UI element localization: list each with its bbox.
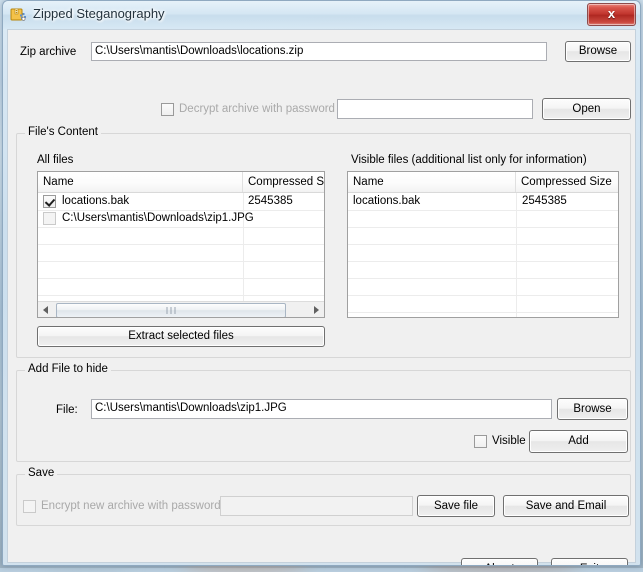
decrypt-password-label: Decrypt archive with password <box>179 103 335 115</box>
open-button-label: Open <box>543 99 630 119</box>
visible-files-row-size: 2545385 <box>522 193 617 210</box>
all-files-listview[interactable]: Name Compressed S locations.bak 2545385 … <box>37 171 325 318</box>
table-row-empty <box>348 227 618 245</box>
table-row-empty <box>348 278 618 296</box>
close-button[interactable]: x <box>587 3 636 26</box>
application-window: Zipped Steganography x Zip archive C:\Us… <box>2 0 641 566</box>
save-and-email-button[interactable]: Save and Email <box>503 495 629 517</box>
about-button[interactable]: About <box>461 558 538 566</box>
encrypt-archive-checkbox[interactable] <box>23 500 36 513</box>
encrypt-password-input[interactable] <box>220 496 413 516</box>
visible-files-listview[interactable]: Name Compressed Size locations.bak 25453… <box>347 171 619 318</box>
files-content-caption: File's Content <box>25 126 101 138</box>
about-button-label: About <box>462 559 537 566</box>
table-row[interactable]: locations.bak 2545385 <box>348 193 618 211</box>
all-files-row-checkbox[interactable] <box>43 195 56 208</box>
table-row-empty <box>348 295 618 313</box>
window-title: Zipped Steganography <box>33 6 165 21</box>
table-row[interactable]: locations.bak 2545385 <box>38 193 324 211</box>
all-files-header: Name Compressed S <box>38 172 324 193</box>
all-files-label: All files <box>37 154 73 166</box>
client-area: Zip archive C:\Users\mantis\Downloads\lo… <box>7 29 636 563</box>
zip-browse-label: Browse <box>566 42 630 61</box>
add-file-browse-label: Browse <box>558 399 627 419</box>
table-row-empty <box>348 210 618 228</box>
all-files-row-checkbox[interactable] <box>43 212 56 225</box>
table-row-empty <box>38 244 324 262</box>
encrypt-archive-label: Encrypt new archive with password: <box>41 500 224 512</box>
scroll-thumb[interactable] <box>56 303 286 318</box>
visible-files-column-size[interactable]: Compressed Size <box>516 172 619 192</box>
title-bar[interactable]: Zipped Steganography x <box>3 1 640 29</box>
all-files-horizontal-scrollbar[interactable] <box>38 301 324 317</box>
extract-selected-files-button[interactable]: Extract selected files <box>37 326 325 347</box>
extract-selected-files-label: Extract selected files <box>38 327 324 346</box>
exit-button[interactable]: Exit <box>551 558 628 566</box>
all-files-row-size <box>248 210 323 227</box>
visible-files-row-name: locations.bak <box>353 193 513 210</box>
add-file-label: File: <box>56 404 78 416</box>
open-button[interactable]: Open <box>542 98 631 120</box>
exit-button-label: Exit <box>552 559 627 566</box>
visible-files-label: Visible files (additional list only for … <box>351 154 587 166</box>
table-row-empty <box>38 261 324 279</box>
app-zip-icon <box>10 6 27 23</box>
add-file-visible-checkbox[interactable] <box>474 435 487 448</box>
visible-files-header: Name Compressed Size <box>348 172 618 193</box>
save-group-caption: Save <box>25 467 57 479</box>
add-button-label: Add <box>530 431 627 452</box>
add-file-visible-label: Visible <box>492 435 526 447</box>
decrypt-password-input[interactable] <box>337 99 533 119</box>
add-button[interactable]: Add <box>529 430 628 453</box>
table-row[interactable]: C:\Users\mantis\Downloads\zip1.JPG <box>38 210 324 228</box>
all-files-row-name: locations.bak <box>62 193 240 210</box>
all-files-body: locations.bak 2545385 C:\Users\mantis\Do… <box>38 193 324 303</box>
all-files-row-size: 2545385 <box>248 193 323 210</box>
table-row-empty <box>38 278 324 296</box>
decrypt-password-checkbox[interactable] <box>161 103 174 116</box>
all-files-column-name[interactable]: Name <box>38 172 243 192</box>
all-files-column-size[interactable]: Compressed S <box>243 172 325 192</box>
save-file-label: Save file <box>418 496 494 516</box>
table-row-empty <box>38 227 324 245</box>
save-file-button[interactable]: Save file <box>417 495 495 517</box>
zip-browse-button[interactable]: Browse <box>565 41 631 62</box>
zip-archive-input[interactable]: C:\Users\mantis\Downloads\locations.zip <box>91 42 547 61</box>
table-row-empty <box>348 244 618 262</box>
scroll-right-arrow-icon[interactable] <box>308 302 324 317</box>
visible-files-body: locations.bak 2545385 <box>348 193 618 318</box>
add-file-caption: Add File to hide <box>25 363 111 375</box>
scroll-thumb-grip-icon <box>167 307 176 314</box>
close-icon: x <box>588 4 635 25</box>
visible-files-column-name[interactable]: Name <box>348 172 516 192</box>
add-file-browse-button[interactable]: Browse <box>557 398 628 420</box>
save-and-email-label: Save and Email <box>504 496 628 516</box>
scroll-left-arrow-icon[interactable] <box>38 302 54 317</box>
zip-archive-label: Zip archive <box>20 46 76 58</box>
table-row-empty <box>348 261 618 279</box>
add-file-input[interactable]: C:\Users\mantis\Downloads\zip1.JPG <box>91 399 552 419</box>
